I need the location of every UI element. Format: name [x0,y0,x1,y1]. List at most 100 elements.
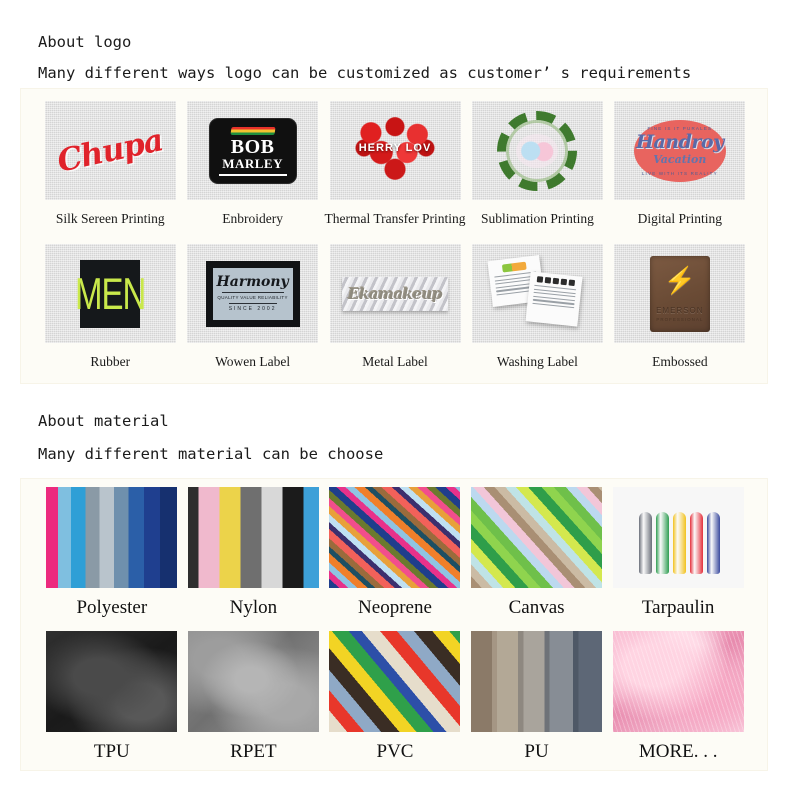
material-label: TPU [93,741,130,762]
patch-subtitle: MARLEY [222,155,283,171]
material-item[interactable]: TPU [41,631,183,763]
rubber-image[interactable]: MEN [44,244,176,343]
logo-method-label: Washing Label [496,354,578,369]
embossed-image[interactable]: ⚡ EMERSON PROFESSIONAL [614,244,746,343]
washing-label-image[interactable] [471,244,603,343]
material-item[interactable]: Nylon [183,487,325,619]
logo-method-label: Sublimation Printing [480,211,594,226]
logo-method-item[interactable]: BOB MARLEY Enbroidery [181,101,323,227]
logo-method-item[interactable]: FINE IS IT PURALES Handroy Vacation LIVE… [609,101,751,227]
pvc-swatch-art [329,631,461,732]
nylon-image[interactable] [187,487,319,588]
canvas-image[interactable] [471,487,603,588]
rpet-swatch-art [187,631,319,732]
more-materials-image[interactable] [612,631,744,732]
metal-label-image[interactable]: Ekamakeup [329,244,461,343]
metal-plate-text: Ekamakeup [348,284,442,303]
logo-method-label: Rubber [90,354,131,369]
badge-arc-bottom-text: LIVE WITH ITS REALITY [641,170,718,176]
material-label: Polyester [76,597,148,618]
materials-panel: Polyester Nylon Neoprene Canvas Tarpauli… [20,478,768,771]
material-item[interactable]: PVC [324,631,466,763]
about-material-subtitle: Many different material can be choose [38,445,384,463]
material-item[interactable]: PU [466,631,608,763]
logo-method-item[interactable]: MEN Rubber [39,244,181,370]
logo-method-label: Thermal Transfer Printing [324,211,466,226]
thermal-transfer-printing-image[interactable]: HERRY LOV [329,101,461,200]
about-material-heading: About material [38,412,169,430]
patch-rule [218,174,287,177]
digital-printing-image[interactable]: FINE IS IT PURALES Handroy Vacation LIVE… [614,101,746,200]
logo-method-item[interactable]: ⚡ EMERSON PROFESSIONAL Embossed [609,244,751,370]
material-label: Tarpaulin [641,597,715,618]
logo-method-item[interactable]: Ekamakeup Metal Label [324,244,466,370]
logo-method-label: Wowen Label [215,354,291,369]
badge-arc-top-text: FINE IS IT PURALES [647,125,713,131]
logo-method-item[interactable]: Sublimation Printing [466,101,608,227]
tarpaulin-roll [689,512,703,574]
logo-method-label: Embossed [652,354,708,369]
care-tag-text-lines [527,284,581,309]
logo-method-item[interactable]: HERRY LOV Thermal Transfer Printing [324,101,466,227]
tarpaulin-roll [655,512,669,574]
logo-methods-row-2: MEN Rubber Harmony QUALITY VALUE RELIABI… [39,244,751,370]
label-since-text: SINCE 2002 [228,303,277,312]
material-item[interactable]: Tarpaulin [607,487,749,619]
badge-sub-text: Vacation [653,153,707,167]
material-label: Nylon [229,597,278,618]
polyester-image[interactable] [46,487,178,588]
about-logo-subtitle: Many different ways logo can be customiz… [38,64,692,82]
embossed-leather-patch: ⚡ EMERSON PROFESSIONAL [649,255,710,332]
product-detail-page: About logo Many different ways logo can … [0,0,800,800]
tarpaulin-roll [638,512,652,574]
logo-method-label: Metal Label [362,354,428,369]
rpet-image[interactable] [187,631,319,732]
heart-caption-text: HERRY LOV [358,142,432,155]
men-rubber-patch: MEN [75,259,146,328]
embroidery-image[interactable]: BOB MARLEY [187,101,319,200]
pvc-image[interactable] [329,631,461,732]
materials-row-1: Polyester Nylon Neoprene Canvas Tarpauli… [41,487,749,619]
material-label: MORE. . . [638,741,718,762]
material-item[interactable]: Polyester [41,487,183,619]
tarpaulin-roll [706,512,720,574]
lightning-bolt-icon: ⚡ [663,265,697,295]
material-label: PVC [376,741,414,762]
neoprene-image[interactable] [329,487,461,588]
logo-method-item[interactable]: Harmony QUALITY VALUE RELIABILITY SINCE … [181,244,323,370]
about-logo-heading: About logo [38,33,132,51]
material-label: Neoprene [358,597,432,618]
pu-image[interactable] [471,631,603,732]
bob-marley-patch: BOB MARLEY [208,117,297,184]
material-item[interactable]: MORE. . . [607,631,749,763]
badge-main-text: Handroy [636,131,724,154]
neoprene-swatch-art [329,487,461,588]
material-item[interactable]: Canvas [466,487,608,619]
silk-screen-printing-image[interactable]: Chupa [44,101,176,200]
pink-fleece-art [612,631,744,732]
care-tag-back [525,271,583,327]
canvas-swatch-art [471,487,603,588]
tpu-image[interactable] [46,631,178,732]
patch-text: MEN [75,268,146,319]
material-item[interactable]: RPET [183,631,325,763]
tarpaulin-image[interactable] [612,487,744,588]
patch-title: BOB [230,135,275,158]
materials-row-2: TPU RPET PVC PU MORE. . . [41,631,749,763]
sublimation-printing-image[interactable] [471,101,603,200]
nylon-swatch-art [187,487,319,588]
vacation-badge: FINE IS IT PURALES Handroy Vacation LIVE… [633,119,726,182]
embossed-sub-text: PROFESSIONAL [656,316,704,322]
metal-nameplate: Ekamakeup [342,276,449,311]
material-label: Canvas [508,597,565,618]
material-item[interactable]: Neoprene [324,487,466,619]
logo-method-item[interactable]: Washing Label [466,244,608,370]
label-brand-text: Harmony [216,274,289,290]
logo-method-label: Enbroidery [222,211,283,226]
tpu-swatch-art [46,631,178,732]
woven-label-image[interactable]: Harmony QUALITY VALUE RELIABILITY SINCE … [187,244,319,343]
logo-method-label: Silk Sereen Printing [55,211,165,226]
logo-method-item[interactable]: Chupa Silk Sereen Printing [39,101,181,227]
care-tag-logo-icon [501,261,527,273]
tarpaulin-rolls-art [612,487,744,588]
